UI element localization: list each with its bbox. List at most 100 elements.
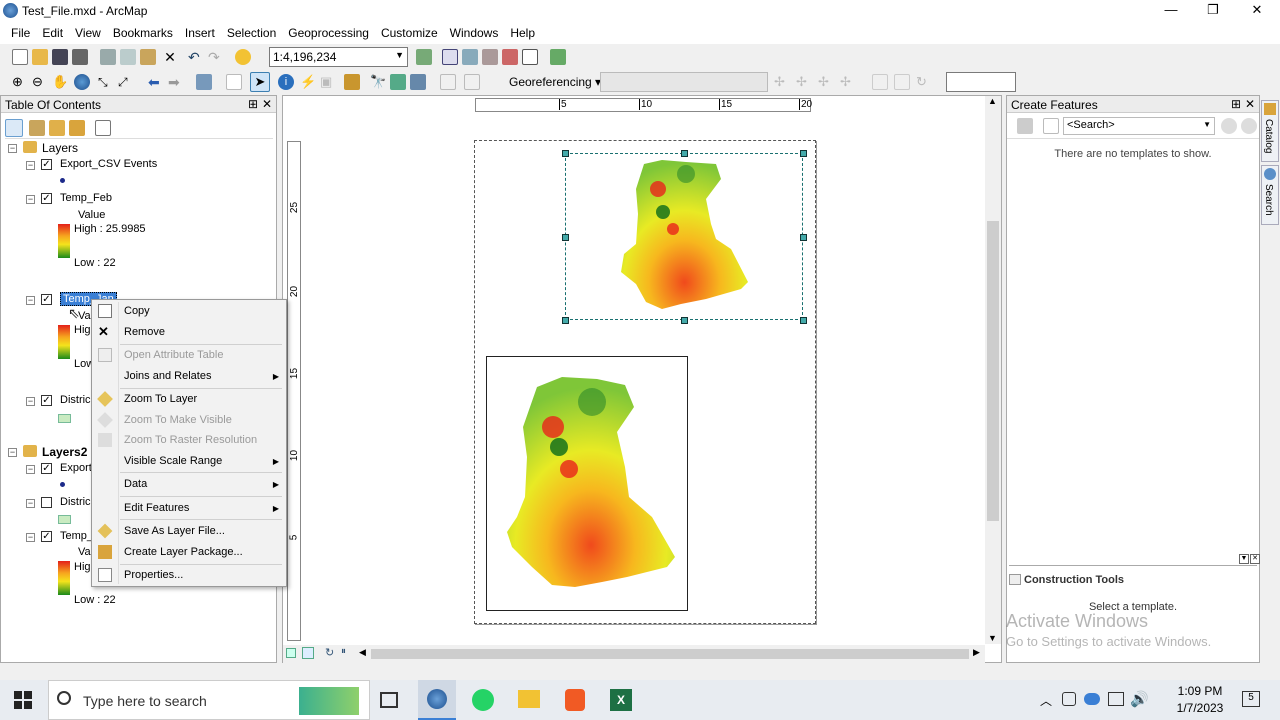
export-checkbox[interactable]: ✓ [41, 463, 52, 474]
resize-handle[interactable] [562, 317, 569, 324]
back-extent-icon[interactable]: ⬅ [148, 74, 164, 90]
temp2-checkbox[interactable]: ✓ [41, 531, 52, 542]
export-csv-checkbox[interactable]: ✓ [41, 159, 52, 170]
pan-icon[interactable]: ✋ [52, 74, 68, 90]
paste-icon[interactable] [140, 49, 156, 65]
close-section-icon[interactable]: ✕ [1250, 554, 1260, 564]
layers-group-label[interactable]: Layers [42, 141, 78, 155]
arctoolbox-icon[interactable] [502, 49, 518, 65]
html-popup-icon[interactable]: ▣ [320, 74, 336, 90]
menu-properties[interactable]: Properties... [124, 569, 183, 581]
print-icon[interactable] [72, 49, 88, 65]
menu-open-attribute-table[interactable]: Open Attribute Table [124, 349, 223, 361]
select-features-icon[interactable] [196, 74, 212, 90]
district2-layer-label[interactable]: Distric [60, 496, 91, 508]
scroll-left-icon[interactable]: ◀ [359, 647, 366, 658]
collapse-temp2-icon[interactable]: − [26, 533, 35, 542]
brave-browser-icon[interactable] [565, 689, 585, 711]
fixed-zoom-out-icon[interactable]: ⤢ [118, 74, 134, 90]
temp-jan-checkbox[interactable]: ✓ [41, 294, 52, 305]
district-checkbox[interactable]: ✓ [41, 395, 52, 406]
close-button[interactable]: ✕ [1234, 0, 1280, 22]
fixed-zoom-in-icon[interactable]: ⤡ [98, 74, 114, 90]
refresh-georef-icon[interactable]: ↻ [916, 74, 932, 90]
layers2-group-label[interactable]: Layers2 [42, 445, 87, 459]
search-icon[interactable] [1221, 118, 1237, 134]
data-frame-temp-jan[interactable] [486, 356, 688, 611]
menu-data[interactable]: Data [124, 478, 147, 490]
cloud-icon[interactable] [1084, 693, 1100, 705]
time-slider-icon[interactable] [440, 74, 456, 90]
scale-icon[interactable]: ✢ [818, 74, 834, 90]
data-frame-temp-feb[interactable] [562, 150, 807, 324]
export-layer-label[interactable]: Export [60, 462, 92, 474]
rectify-icon[interactable] [894, 74, 910, 90]
full-extent-icon[interactable] [74, 74, 90, 90]
pause-drawing-icon[interactable]: ⏸ [341, 646, 346, 657]
template-search-box[interactable]: <Search> ▼ [1063, 117, 1215, 135]
whatsapp-icon[interactable] [472, 689, 494, 711]
group-templates-icon[interactable] [1043, 118, 1059, 134]
search-window-icon[interactable] [482, 49, 498, 65]
map-scale-combo[interactable]: 1:4,196,234 ▼ [269, 47, 408, 67]
find-icon[interactable]: 🔭 [370, 74, 386, 90]
shift-icon[interactable]: ✢ [796, 74, 812, 90]
table-of-contents-icon[interactable] [442, 49, 458, 65]
catalog-side-tab[interactable]: Catalog [1261, 100, 1279, 162]
collapse-export-csv-icon[interactable]: − [26, 161, 35, 170]
taskbar-arcmap[interactable] [418, 680, 456, 720]
collapse-export-icon[interactable]: − [26, 465, 35, 474]
collapse-temp-jan-icon[interactable]: − [26, 296, 35, 305]
temp2-layer-label[interactable]: Temp_ [60, 530, 93, 542]
menu-geoprocessing[interactable]: Geoprocessing [282, 22, 375, 44]
splitter-bar[interactable]: ▼ ✕ [1009, 554, 1260, 566]
menu-zoom-to-make-visible[interactable]: Zoom To Make Visible [124, 414, 232, 426]
georef-input-box[interactable] [946, 72, 1016, 92]
district2-checkbox[interactable] [41, 497, 52, 508]
menu-save-as-layer-file[interactable]: Save As Layer File... [124, 525, 225, 537]
zoom-out-icon[interactable]: ⊖ [32, 74, 48, 90]
collapse-layers2-icon[interactable]: − [8, 448, 17, 457]
menu-selection[interactable]: Selection [221, 22, 282, 44]
rotate-icon[interactable]: ✢ [774, 74, 790, 90]
clear-search-icon[interactable] [1241, 118, 1257, 134]
close-icon[interactable]: ✕ [1245, 97, 1255, 111]
list-by-drawing-order-icon[interactable] [5, 119, 23, 137]
menu-edit-features[interactable]: Edit Features [124, 502, 189, 514]
scroll-right-icon[interactable]: ▶ [973, 647, 980, 658]
open-folder-icon[interactable] [32, 49, 48, 65]
cut-icon[interactable] [100, 49, 116, 65]
menu-view[interactable]: View [69, 22, 107, 44]
vertical-scrollbar[interactable]: ▲ ▼ [985, 96, 1001, 644]
create-viewer-icon[interactable] [464, 74, 480, 90]
taskbar-search-box[interactable]: Type here to search [48, 680, 370, 720]
notification-center-icon[interactable]: 5 [1242, 691, 1260, 707]
zoom-in-icon[interactable]: ⊕ [12, 74, 28, 90]
clear-selection-icon[interactable] [226, 74, 242, 90]
resize-handle[interactable] [681, 317, 688, 324]
resize-handle[interactable] [562, 150, 569, 157]
hyperlink-icon[interactable]: ⚡ [300, 74, 316, 90]
find-route-icon[interactable] [390, 74, 406, 90]
layout-canvas[interactable] [303, 116, 981, 644]
windows-start-icon[interactable] [14, 691, 32, 709]
menu-file[interactable]: File [5, 22, 36, 44]
excel-icon[interactable]: X [610, 689, 632, 711]
collapse-layers-icon[interactable]: − [8, 144, 17, 153]
menu-zoom-raster-resolution[interactable]: Zoom To Raster Resolution [124, 434, 257, 446]
delete-icon[interactable]: ✕ [162, 49, 178, 65]
pin-icon[interactable]: ⊞ [248, 97, 258, 111]
pin-icon[interactable]: ⊞ [1231, 97, 1241, 111]
georeferencing-menu[interactable]: Georeferencing ▾ [509, 75, 601, 89]
python-window-icon[interactable] [522, 49, 538, 65]
menu-windows[interactable]: Windows [444, 22, 505, 44]
measure-icon[interactable] [344, 74, 360, 90]
search-side-tab[interactable]: Search [1261, 165, 1279, 225]
menu-joins-relates[interactable]: Joins and Relates [124, 370, 282, 382]
menu-visible-scale-range[interactable]: Visible Scale Range [124, 455, 222, 467]
georef-layer-combo[interactable] [600, 72, 768, 92]
close-icon[interactable]: ✕ [262, 97, 272, 111]
network-icon[interactable] [1108, 692, 1124, 706]
undo-icon[interactable]: ↶ [188, 49, 204, 65]
list-by-selection-icon[interactable] [69, 120, 85, 136]
